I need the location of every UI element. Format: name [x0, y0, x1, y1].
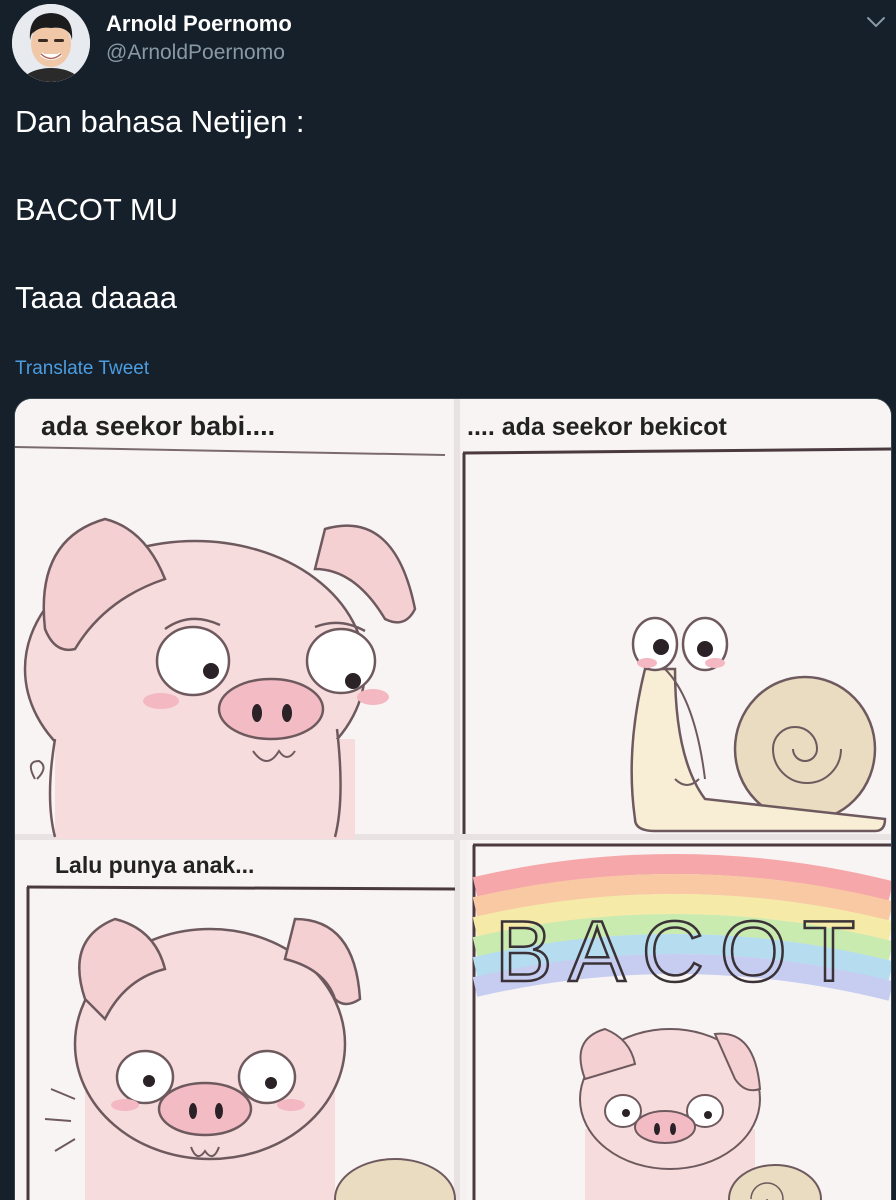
tweet-text: Dan bahasa Netijen : BACOT MU Taaa daaaa	[15, 100, 875, 364]
bacot-word: BACOT	[495, 904, 871, 1000]
author-handle[interactable]: @ArnoldPoernomo	[106, 38, 292, 68]
author-display-name[interactable]: Arnold Poernomo	[106, 10, 292, 38]
tweet-line: BACOT MU	[15, 192, 179, 227]
tweet-line: Taaa daaaa	[15, 280, 178, 315]
tweet-card: Arnold Poernomo @ArnoldPoernomo Dan baha…	[0, 0, 896, 1200]
tweet-header: Arnold Poernomo @ArnoldPoernomo	[0, 0, 896, 90]
panel1-caption: ada seekor babi....	[41, 411, 275, 441]
translate-tweet-link[interactable]: Translate Tweet	[15, 356, 149, 382]
tweet-line: Dan bahasa Netijen :	[15, 104, 305, 139]
chevron-down-icon[interactable]	[864, 10, 888, 34]
panel2-caption: .... ada seekor bekicot	[467, 413, 728, 441]
comic-image: ada seekor babi.... .... ada seekor beki…	[15, 399, 891, 1200]
avatar[interactable]	[12, 4, 90, 82]
tweet-media-image[interactable]: ada seekor babi.... .... ada seekor beki…	[14, 398, 892, 1200]
panel3-caption: Lalu punya anak...	[55, 852, 254, 878]
